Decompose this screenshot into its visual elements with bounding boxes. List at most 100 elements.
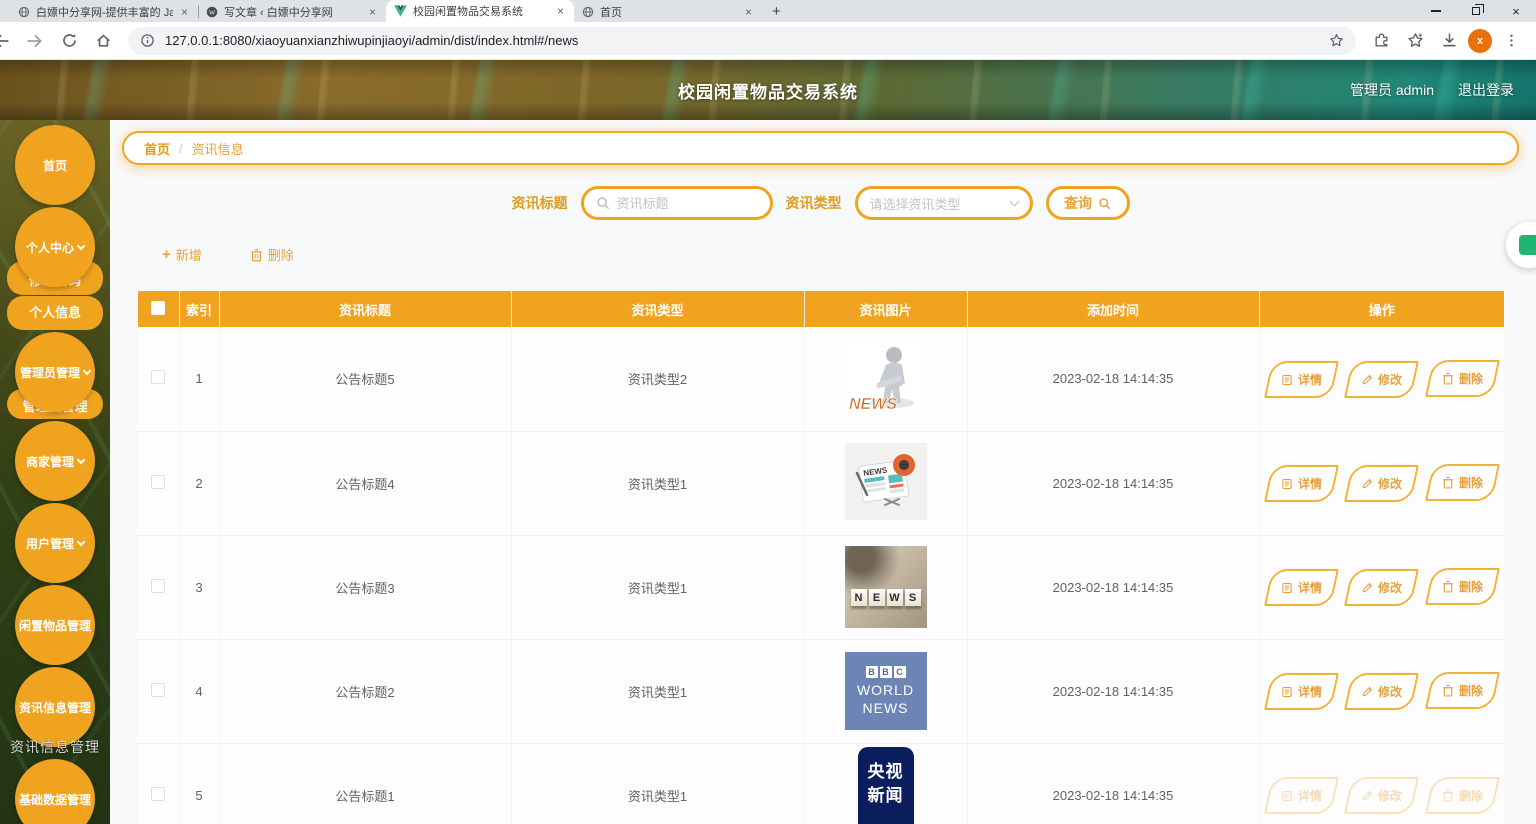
new-tab-button[interactable]: + bbox=[762, 3, 791, 22]
table-actions-row: + 新增 删除 bbox=[162, 245, 1519, 264]
cell-index: 1 bbox=[179, 327, 220, 432]
cell-index: 2 bbox=[179, 431, 220, 536]
add-button[interactable]: + 新增 bbox=[162, 245, 202, 264]
sidebar-item-base-data-management[interactable]: 基础数据管理 bbox=[15, 759, 95, 824]
green-square-icon bbox=[1519, 235, 1536, 255]
restore-button[interactable] bbox=[1456, 0, 1496, 22]
cell-title: 公告标题5 bbox=[219, 327, 512, 432]
search-filter-row: 资讯标题 资讯类型 请选择资讯类型 查询 bbox=[122, 186, 1519, 220]
news-title-input[interactable] bbox=[616, 195, 758, 211]
detail-button[interactable]: 详情 bbox=[1263, 568, 1339, 606]
sidebar-item-personal-center[interactable]: 个人中心 bbox=[15, 207, 95, 287]
col-header-type: 资讯类型 bbox=[511, 291, 805, 327]
content-area: 首页 / 资讯信息 资讯标题 资讯类型 请选择资讯类型 查询 bbox=[110, 120, 1536, 824]
col-header-title: 资讯标题 bbox=[219, 291, 512, 327]
delete-row-button[interactable]: 删除 bbox=[1424, 360, 1500, 397]
menu-kebab-icon[interactable] bbox=[1496, 26, 1526, 56]
cell-time: 2023-02-18 14:14:35 bbox=[967, 639, 1260, 744]
edit-button[interactable]: 修改 bbox=[1344, 672, 1420, 710]
logout-link[interactable]: 退出登录 bbox=[1458, 80, 1514, 100]
close-tab-icon[interactable]: × bbox=[367, 5, 378, 19]
search-icon bbox=[596, 196, 610, 210]
globe-icon bbox=[582, 6, 594, 18]
row-checkbox[interactable] bbox=[151, 578, 166, 593]
browser-tab-1[interactable]: 白嫖中分享网-提供丰富的 Java × bbox=[10, 1, 198, 22]
table-header-row: 索引 资讯标题 资讯类型 资讯图片 添加时间 操作 bbox=[138, 291, 1504, 327]
detail-button[interactable]: 详情 bbox=[1263, 464, 1339, 502]
table-row: 3 公告标题3 资讯类型1 N E W S 2023-02-18 14:14:3… bbox=[138, 535, 1504, 640]
vue-icon bbox=[394, 5, 407, 17]
browser-tab-3-active[interactable]: 校园闲置物品交易系统 × bbox=[386, 0, 574, 22]
edit-button[interactable]: 修改 bbox=[1344, 360, 1420, 398]
cell-title: 公告标题4 bbox=[219, 431, 512, 536]
delete-row-button[interactable]: 删除 bbox=[1424, 672, 1500, 710]
cell-title: 公告标题2 bbox=[219, 639, 512, 744]
table-row: 5 公告标题1 资讯类型1 央视 新闻 2023-02-18 14:14:35 … bbox=[138, 743, 1504, 824]
forward-button[interactable] bbox=[20, 26, 50, 56]
home-button[interactable] bbox=[88, 26, 118, 56]
detail-button[interactable]: 详情 bbox=[1263, 672, 1339, 710]
minimize-button[interactable] bbox=[1416, 0, 1456, 22]
news-figure-photo: NEWS bbox=[805, 339, 967, 418]
row-checkbox[interactable] bbox=[151, 370, 166, 385]
cell-type: 资讯类型1 bbox=[511, 431, 805, 536]
row-checkbox[interactable] bbox=[151, 786, 166, 801]
sidebar-item-merchant-management[interactable]: 商家管理 bbox=[15, 421, 95, 501]
download-icon[interactable] bbox=[1434, 26, 1464, 56]
browser-toolbar: 127.0.0.1:8080/xiaoyuanxianzhiwupinjiaoy… bbox=[0, 22, 1536, 60]
query-button[interactable]: 查询 bbox=[1045, 186, 1130, 220]
minimize-icon bbox=[1431, 10, 1441, 12]
edit-button[interactable]: 修改 bbox=[1344, 464, 1420, 502]
cell-index: 5 bbox=[179, 743, 220, 824]
extensions-icon[interactable] bbox=[1366, 26, 1396, 56]
sidebar-item-idle-goods-management[interactable]: 闲置物品管理 bbox=[15, 585, 95, 665]
delete-row-button[interactable]: 删除 bbox=[1424, 464, 1500, 502]
col-header-time: 添加时间 bbox=[967, 291, 1260, 327]
browser-tab-strip: 白嫖中分享网-提供丰富的 Java × W 写文章 ‹ 白嫖中分享网 × 校园闲… bbox=[0, 0, 1536, 22]
browser-profile-avatar[interactable]: x bbox=[1468, 28, 1492, 53]
svg-text:W: W bbox=[209, 9, 216, 16]
address-bar[interactable]: 127.0.0.1:8080/xiaoyuanxianzhiwupinjiaoy… bbox=[128, 26, 1356, 55]
sidebar-nav: 首页 个人中心 修改密码 个人信息 管理员管理 管理员管理 商家管理 bbox=[0, 120, 110, 824]
close-tab-icon[interactable]: × bbox=[179, 5, 190, 19]
edit-button[interactable]: 修改 bbox=[1344, 777, 1420, 814]
delete-row-button[interactable]: 删除 bbox=[1424, 568, 1500, 606]
browser-tab-4[interactable]: 首页 × bbox=[574, 1, 762, 22]
edit-button[interactable]: 修改 bbox=[1344, 568, 1420, 606]
delete-row-button[interactable]: 删除 bbox=[1424, 776, 1500, 814]
sidebar-item-news-management[interactable]: 资讯信息管理 bbox=[15, 667, 95, 747]
table-row: 4 公告标题2 资讯类型1 B B C WORLD NEWS 2023-02-1… bbox=[138, 639, 1504, 744]
browser-tab-2[interactable]: W 写文章 ‹ 白嫖中分享网 × bbox=[198, 1, 386, 22]
delete-button[interactable]: 删除 bbox=[250, 245, 294, 264]
table-row: 1 公告标题5 资讯类型2 NEWS 2023-02-18 14:14:35 详… bbox=[138, 327, 1504, 432]
detail-button[interactable]: 详情 bbox=[1263, 777, 1339, 814]
reload-button[interactable] bbox=[54, 26, 84, 56]
sidebar-item-admin-management[interactable]: 管理员管理 bbox=[15, 332, 95, 412]
detail-button[interactable]: 详情 bbox=[1263, 360, 1339, 398]
cell-index: 4 bbox=[179, 639, 220, 744]
back-button[interactable] bbox=[0, 26, 16, 56]
cell-type: 资讯类型2 bbox=[511, 327, 805, 432]
cell-type: 资讯类型1 bbox=[511, 743, 805, 824]
news-type-select[interactable]: 请选择资讯类型 bbox=[854, 186, 1033, 220]
close-tab-icon[interactable]: × bbox=[555, 4, 566, 18]
select-all-checkbox[interactable] bbox=[151, 300, 166, 315]
breadcrumb-separator: / bbox=[179, 140, 183, 156]
sidebar-item-user-management[interactable]: 用户管理 bbox=[15, 503, 95, 583]
favorites-star-icon[interactable] bbox=[1400, 26, 1430, 56]
close-window-button[interactable]: × bbox=[1496, 0, 1536, 22]
row-checkbox[interactable] bbox=[151, 682, 166, 697]
cell-type: 资讯类型1 bbox=[511, 639, 805, 744]
site-info-icon[interactable] bbox=[140, 33, 155, 48]
plus-icon: + bbox=[162, 246, 171, 263]
sidebar-subitem-personal-info[interactable]: 个人信息 bbox=[7, 296, 103, 330]
col-header-image: 资讯图片 bbox=[804, 291, 968, 327]
close-tab-icon[interactable]: × bbox=[743, 5, 754, 19]
sidebar-subitem-news-management-active[interactable]: 资讯信息管理 bbox=[10, 737, 100, 757]
tab-title: 首页 bbox=[600, 6, 622, 19]
row-checkbox[interactable] bbox=[151, 474, 166, 489]
sidebar-item-home[interactable]: 首页 bbox=[15, 125, 95, 205]
chevron-down-icon bbox=[76, 455, 86, 464]
breadcrumb-home-link[interactable]: 首页 bbox=[144, 139, 170, 158]
bookmark-star-icon[interactable] bbox=[1329, 33, 1344, 48]
